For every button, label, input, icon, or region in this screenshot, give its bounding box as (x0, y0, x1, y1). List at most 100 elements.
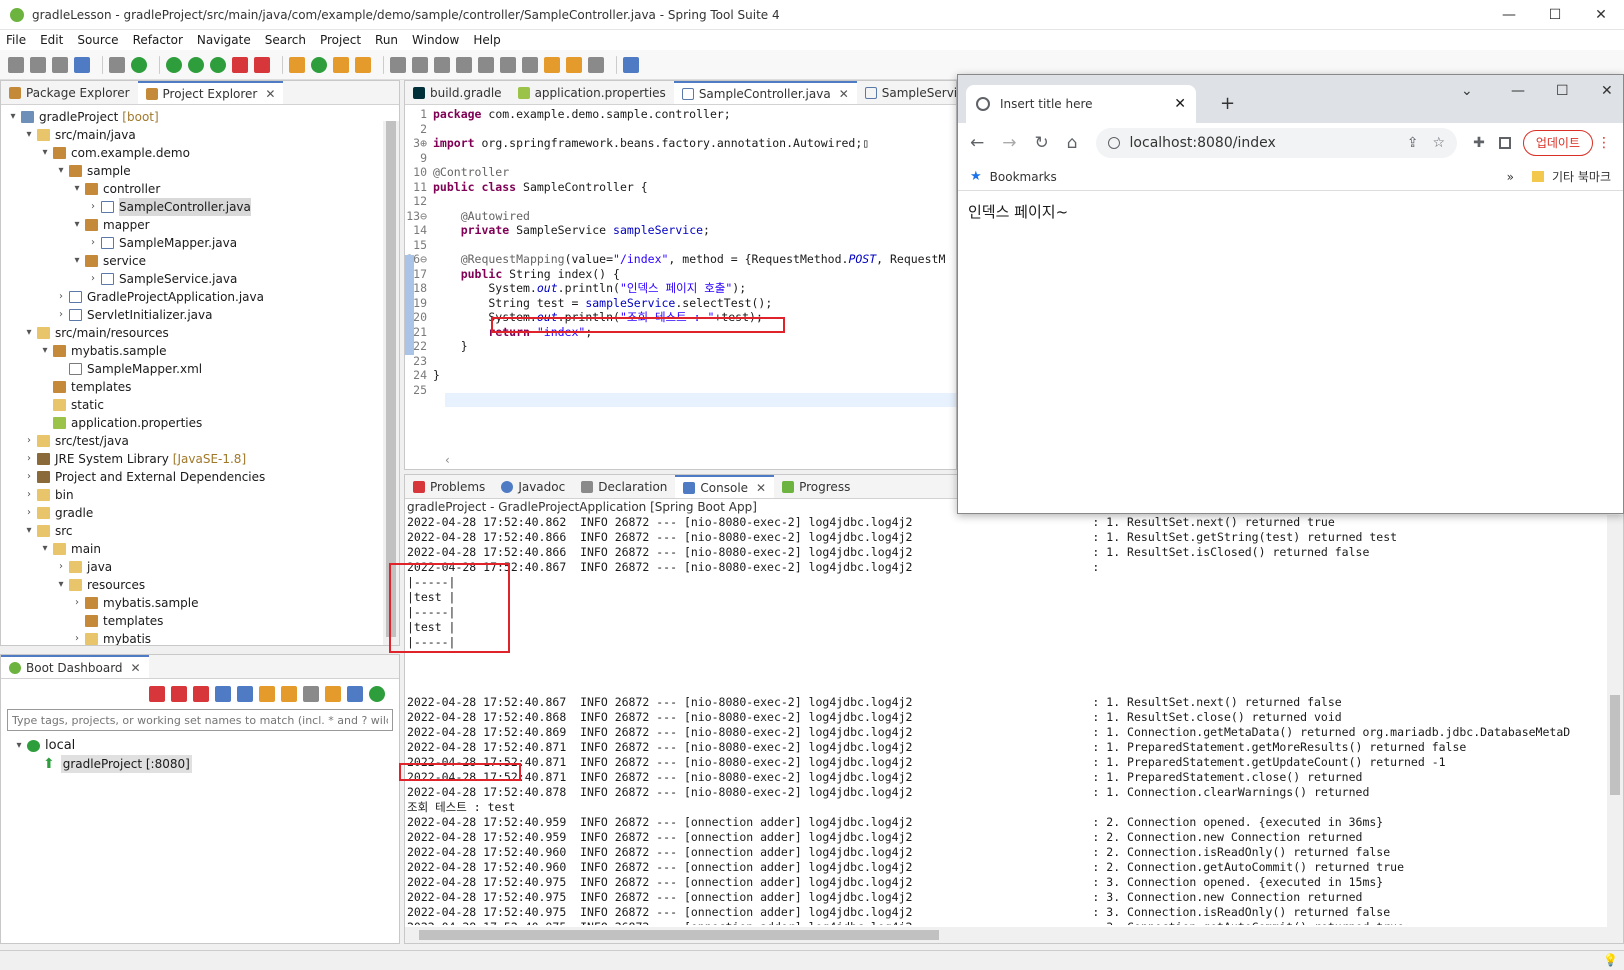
tree-item[interactable]: ▾ mapper (1, 216, 399, 234)
back-icon[interactable] (566, 56, 582, 73)
collapsed-icon[interactable]: › (23, 468, 35, 486)
tree-item[interactable]: › ServletInitializer.java (1, 306, 399, 324)
tree-item[interactable]: › java (1, 558, 399, 576)
debug-icon[interactable] (166, 56, 182, 73)
tree-item[interactable]: ▾ sample (1, 162, 399, 180)
browser-close-button[interactable]: ✕ (1601, 83, 1613, 99)
tab-declaration[interactable]: Declaration (573, 475, 675, 498)
expanded-icon[interactable]: ▾ (71, 216, 83, 234)
tree-item[interactable]: templates (1, 612, 399, 630)
menu-kebab-icon[interactable]: ⋮ (1597, 135, 1611, 151)
menu-edit[interactable]: Edit (40, 33, 63, 47)
tree-item[interactable]: › SampleController.java (1, 198, 399, 216)
back-arrow-icon[interactable]: ← (970, 133, 984, 153)
new-package-icon[interactable] (289, 56, 305, 73)
bookmark-star-icon[interactable]: ☆ (1433, 135, 1446, 151)
new-icon[interactable] (8, 56, 24, 73)
home-icon[interactable]: ⌂ (1067, 133, 1078, 153)
expanded-icon[interactable]: ▾ (55, 162, 67, 180)
expanded-icon[interactable]: ▾ (23, 522, 35, 540)
boot-app-node[interactable]: ⬆ gradleProject [:8080] (1, 755, 399, 773)
collapsed-icon[interactable]: › (71, 594, 83, 612)
menu-refactor[interactable]: Refactor (133, 33, 183, 47)
tree-item[interactable]: ▾ controller (1, 180, 399, 198)
tree-item[interactable]: › bin (1, 486, 399, 504)
tree-item[interactable]: ▾ src/main/resources (1, 324, 399, 342)
expanded-icon[interactable]: ▾ (71, 180, 83, 198)
code-area[interactable]: 1 package com.example.demo.sample.control… (405, 105, 956, 397)
toggle-mark-icon[interactable] (434, 56, 450, 73)
expanded-icon[interactable]: ▾ (39, 144, 51, 162)
collapsed-icon[interactable]: › (87, 270, 99, 288)
close-icon[interactable]: ✕ (265, 87, 275, 101)
tree-item[interactable]: static (1, 396, 399, 414)
side-panel-icon[interactable] (1498, 137, 1511, 149)
console-hscroll[interactable] (405, 927, 1623, 943)
extensions-icon[interactable]: ✚ (1473, 135, 1485, 151)
tree-item[interactable]: › gradle (1, 504, 399, 522)
browser-minimize-button[interactable]: — (1511, 83, 1525, 99)
code-line[interactable]: 19 String test = sampleService.selectTes… (405, 296, 956, 311)
expanded-icon[interactable]: ▾ (23, 126, 35, 144)
tree-item[interactable]: application.properties (1, 414, 399, 432)
tab-package-explorer[interactable]: Package Explorer (1, 81, 138, 104)
close-icon[interactable]: ✕ (756, 481, 766, 495)
code-line[interactable]: 24} (405, 368, 956, 383)
code-line[interactable]: 1 package com.example.demo.sample.control… (405, 107, 956, 122)
external-tools-icon[interactable] (254, 56, 270, 73)
minimize-button[interactable]: — (1486, 7, 1532, 23)
tip-bulb-icon[interactable]: 💡 (1603, 953, 1618, 967)
forward-arrow-icon[interactable]: → (1002, 133, 1016, 153)
expanded-icon[interactable]: ▾ (71, 252, 83, 270)
tab-build-gradle[interactable]: build.gradle (405, 81, 510, 104)
menu-project[interactable]: Project (320, 33, 361, 47)
code-line[interactable]: 23 (405, 354, 956, 369)
tab-search-icon[interactable]: ⌄ (1461, 83, 1473, 99)
add-icon[interactable] (369, 686, 385, 702)
save-all-icon[interactable] (52, 56, 68, 73)
new-class-icon[interactable] (311, 56, 327, 73)
tab-problems[interactable]: Problems (405, 475, 493, 498)
previous-annotation-icon[interactable] (522, 56, 538, 73)
boot-local-node[interactable]: ▾ local (1, 737, 399, 755)
site-info-icon[interactable] (1107, 137, 1120, 149)
code-line[interactable]: 11 public class SampleController { (405, 180, 956, 195)
close-icon[interactable]: ✕ (839, 87, 849, 101)
collapsed-icon[interactable]: › (55, 288, 67, 306)
code-line[interactable]: 18 System.out.println("인덱스 페이지 호출"); (405, 281, 956, 296)
tree-item[interactable]: › mybatis (1, 630, 399, 645)
collapsed-icon[interactable]: › (23, 486, 35, 504)
edit-pencil-icon[interactable] (281, 686, 297, 702)
menu-navigate[interactable]: Navigate (197, 33, 251, 47)
bulb-icon[interactable] (325, 686, 341, 702)
code-line[interactable]: 9 (405, 151, 956, 166)
tree-item[interactable]: ▾ main (1, 540, 399, 558)
tab-project-explorer[interactable]: Project Explorer ✕ (137, 81, 284, 104)
tree-item[interactable]: › GradleProjectApplication.java (1, 288, 399, 306)
next-annotation-icon[interactable] (500, 56, 516, 73)
collapsed-icon[interactable]: › (23, 450, 35, 468)
tree-item[interactable]: SampleMapper.xml (1, 360, 399, 378)
reload-icon[interactable]: ↻ (1035, 133, 1049, 153)
tree-item[interactable]: › JRE System Library [JavaSE-1.8] (1, 450, 399, 468)
edit-icon[interactable] (412, 56, 428, 73)
tab-sample-controller[interactable]: SampleController.java ✕ (673, 81, 857, 104)
collapse-icon[interactable]: ▾ (13, 737, 25, 755)
tree-item[interactable]: › Project and External Dependencies (1, 468, 399, 486)
forward-icon[interactable] (588, 56, 604, 73)
link-icon[interactable] (259, 686, 275, 702)
open-console-icon[interactable] (237, 686, 253, 702)
new-tab-button[interactable]: + (1220, 93, 1235, 114)
skip-breakpoints-icon[interactable] (109, 56, 125, 73)
menu-source[interactable]: Source (77, 33, 118, 47)
collapsed-icon[interactable]: › (23, 432, 35, 450)
restart-debug-icon[interactable] (171, 686, 187, 702)
browser-tab[interactable]: Insert title here ✕ (966, 85, 1196, 123)
horizontal-scroll-left-icon[interactable]: ‹ (445, 453, 459, 467)
tree-item[interactable]: › SampleService.java (1, 270, 399, 288)
collapsed-icon[interactable]: › (23, 504, 35, 522)
code-line[interactable]: 16⊖ @RequestMapping(value="/index", meth… (405, 252, 956, 267)
properties-icon[interactable] (303, 686, 319, 702)
expanded-icon[interactable]: ▾ (39, 540, 51, 558)
tree-item[interactable]: ▾ src/main/java (1, 126, 399, 144)
